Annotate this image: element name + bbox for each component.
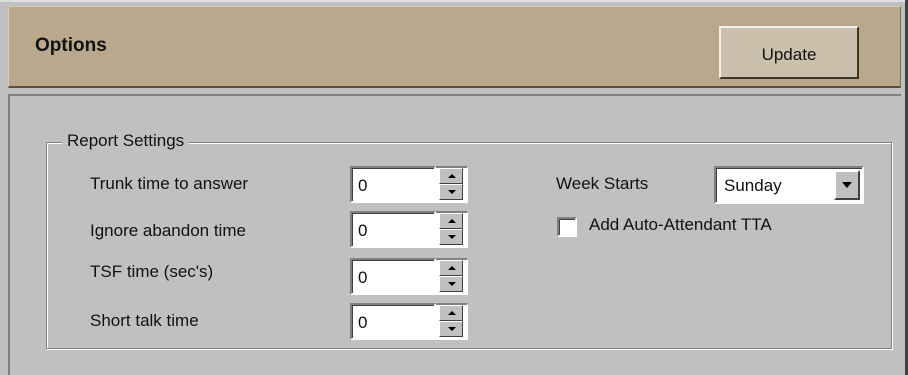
short-talk-spin-buttons <box>436 303 468 340</box>
update-button[interactable]: Update <box>719 26 859 79</box>
short-talk-decrement-button[interactable] <box>439 321 463 337</box>
trunk-time-spin-buttons <box>436 166 468 203</box>
trunk-time-decrement-button[interactable] <box>439 184 463 200</box>
short-talk-spinner <box>350 303 468 340</box>
chevron-down-icon <box>842 182 852 188</box>
trunk-time-spinner <box>350 166 468 203</box>
ignore-abandon-spin-buttons <box>436 211 468 248</box>
auto-attendant-checkbox[interactable] <box>557 217 577 237</box>
ignore-abandon-label: Ignore abandon time <box>90 221 246 240</box>
arrow-down-icon <box>448 190 456 194</box>
short-talk-input[interactable] <box>350 303 436 340</box>
ignore-abandon-decrement-button[interactable] <box>439 229 463 245</box>
tsf-time-decrement-button[interactable] <box>439 276 463 292</box>
arrow-down-icon <box>448 282 456 286</box>
arrow-up-icon <box>448 311 456 315</box>
tsf-time-label: TSF time (sec's) <box>90 262 214 281</box>
options-header: Options Update <box>8 6 901 88</box>
week-starts-value: Sunday <box>724 176 782 195</box>
dropdown-arrow-button[interactable] <box>834 170 860 200</box>
arrow-up-icon <box>448 266 456 270</box>
arrow-down-icon <box>448 235 456 239</box>
arrow-up-icon <box>448 219 456 223</box>
trunk-time-increment-button[interactable] <box>439 168 463 184</box>
trunk-time-label: Trunk time to answer <box>90 174 249 193</box>
tsf-time-increment-button[interactable] <box>439 260 463 276</box>
week-starts-label: Week Starts <box>556 174 649 193</box>
trunk-time-input[interactable] <box>350 166 436 203</box>
ignore-abandon-spinner <box>350 211 468 248</box>
tsf-time-spin-buttons <box>436 258 468 295</box>
window-top-edge <box>0 0 908 2</box>
arrow-up-icon <box>448 174 456 178</box>
report-settings-label: Report Settings <box>62 131 190 151</box>
week-starts-select[interactable]: Sunday <box>714 166 864 204</box>
options-window: Options Update Report Settings Trunk tim… <box>0 0 908 375</box>
tsf-time-input[interactable] <box>350 258 436 295</box>
page-title: Options <box>35 35 107 56</box>
auto-attendant-label: Add Auto-Attendant TTA <box>589 215 772 234</box>
ignore-abandon-input[interactable] <box>350 211 436 248</box>
ignore-abandon-increment-button[interactable] <box>439 213 463 229</box>
short-talk-increment-button[interactable] <box>439 305 463 321</box>
tsf-time-spinner <box>350 258 468 295</box>
short-talk-label: Short talk time <box>90 311 199 330</box>
arrow-down-icon <box>448 327 456 331</box>
